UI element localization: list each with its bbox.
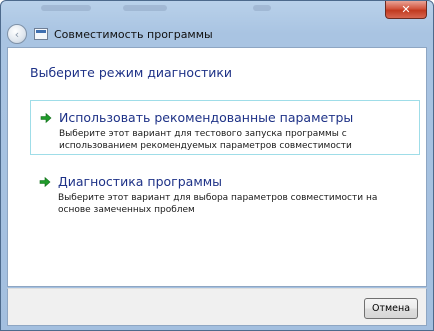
green-arrow-icon [40, 112, 52, 124]
program-icon [34, 28, 48, 40]
close-icon: ✕ [401, 3, 411, 16]
option-troubleshoot-program[interactable]: Диагностика программы Выберите этот вари… [30, 165, 420, 220]
page-heading: Выберите режим диагностики [30, 65, 233, 80]
option-recommended-settings[interactable]: Использовать рекомендованные параметры В… [30, 100, 420, 155]
dialog-footer: Отмена [7, 288, 427, 326]
option-title: Использовать рекомендованные параметры [59, 110, 354, 125]
option-description: Выберите этот вариант для тестового запу… [59, 129, 352, 151]
window-title: Совместимость программы [54, 27, 213, 41]
blurred-background-text [41, 5, 91, 11]
address-bar: ‹ Совместимость программы [7, 22, 427, 46]
cancel-button[interactable]: Отмена [364, 298, 418, 319]
content-panel: Выберите режим диагностики Использовать … [7, 47, 427, 287]
blurred-background-text [123, 5, 167, 11]
option-title: Диагностика программы [58, 174, 223, 189]
option-description: Выберите этот вариант для выбора парамет… [58, 193, 378, 215]
dialog-window: ✕ ‹ Совместимость программы Выберите реж… [0, 0, 434, 331]
back-arrow-icon: ‹ [14, 27, 20, 41]
back-button[interactable]: ‹ [7, 24, 27, 44]
green-arrow-icon [39, 176, 51, 188]
close-button[interactable]: ✕ [385, 1, 427, 19]
blurred-background-text [253, 5, 271, 11]
title-bar: ✕ [1, 1, 433, 21]
